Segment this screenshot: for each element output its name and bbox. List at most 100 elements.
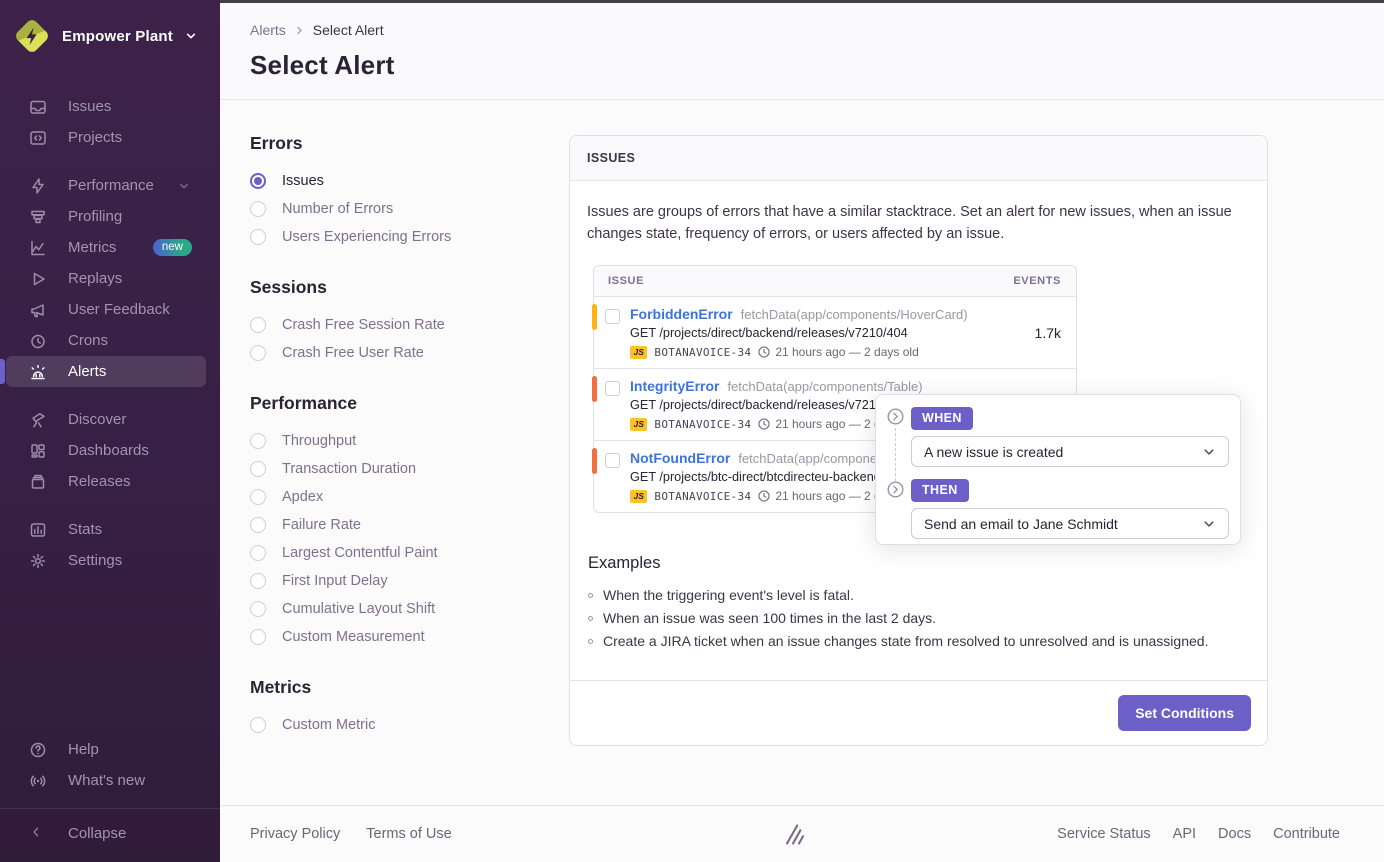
issue-title-link[interactable]: ForbiddenError: [630, 306, 733, 322]
sidebar-item-help[interactable]: Help: [6, 734, 220, 765]
sidebar-item-stats[interactable]: Stats: [6, 514, 212, 545]
radio-button[interactable]: [250, 173, 266, 189]
set-conditions-button[interactable]: Set Conditions: [1118, 695, 1251, 731]
alert-type-section: ErrorsIssuesNumber of ErrorsUsers Experi…: [250, 133, 550, 251]
bullet-icon: [588, 593, 593, 598]
sidebar-item-projects[interactable]: Projects: [6, 122, 212, 153]
footer-link-api[interactable]: API: [1173, 826, 1196, 842]
footer-link-service-status[interactable]: Service Status: [1057, 826, 1151, 842]
sidebar-item-label: What's new: [68, 772, 145, 789]
sidebar-item-crons[interactable]: Crons: [6, 325, 212, 356]
sidebar-item-label: Releases: [68, 473, 131, 490]
footer-link-terms-of-use[interactable]: Terms of Use: [366, 826, 451, 842]
sidebar-item-metrics[interactable]: Metricsnew: [6, 232, 212, 263]
radio-button[interactable]: [250, 601, 266, 617]
sidebar-item-label: Help: [68, 741, 99, 758]
clock-icon: [758, 346, 770, 358]
sidebar-item-discover[interactable]: Discover: [6, 404, 212, 435]
radio-button[interactable]: [250, 345, 266, 361]
org-switcher[interactable]: Empower Plant: [0, 0, 220, 64]
breadcrumb: Alerts Select Alert: [250, 22, 1384, 38]
step-connector: [895, 428, 896, 481]
sidebar-group: StatsSettings: [0, 514, 212, 576]
radio-option-throughput[interactable]: Throughput: [250, 427, 550, 455]
example-item: When the triggering event's level is fat…: [588, 584, 1250, 607]
issue-culprit: fetchData(app/components/HoverCard): [741, 307, 968, 322]
radio-button[interactable]: [250, 317, 266, 333]
sidebar-item-dashboards[interactable]: Dashboards: [6, 435, 212, 466]
radio-option-failure-rate[interactable]: Failure Rate: [250, 511, 550, 539]
radio-option-apdex[interactable]: Apdex: [250, 483, 550, 511]
radio-option-crash-free-session-rate[interactable]: Crash Free Session Rate: [250, 311, 550, 339]
radio-button[interactable]: [250, 517, 266, 533]
sentry-app: Empower Plant IssuesProjectsPerformanceP…: [0, 0, 1384, 862]
radio-button[interactable]: [250, 489, 266, 505]
issue-detail: GET /projects/direct/backend/releases/v7…: [630, 326, 968, 340]
radio-option-first-input-delay[interactable]: First Input Delay: [250, 567, 550, 595]
sidebar-item-user-feedback[interactable]: User Feedback: [6, 294, 212, 325]
breadcrumb-alerts-link[interactable]: Alerts: [250, 22, 286, 38]
sidebar-item-label: Projects: [68, 129, 122, 146]
sidebar-item-performance[interactable]: Performance: [6, 170, 212, 201]
radio-label: Largest Contentful Paint: [282, 545, 438, 561]
radio-option-crash-free-user-rate[interactable]: Crash Free User Rate: [250, 339, 550, 367]
radio-label: Crash Free Session Rate: [282, 317, 445, 333]
bullet-icon: [588, 616, 593, 621]
radio-option-number-of-errors[interactable]: Number of Errors: [250, 195, 550, 223]
issue-title-link[interactable]: IntegrityError: [630, 378, 719, 394]
radio-option-custom-measurement[interactable]: Custom Measurement: [250, 623, 550, 651]
radio-button[interactable]: [250, 717, 266, 733]
sidebar-item-profiling[interactable]: Profiling: [6, 201, 212, 232]
footer-link-contribute[interactable]: Contribute: [1273, 826, 1340, 842]
radio-option-cumulative-layout-shift[interactable]: Cumulative Layout Shift: [250, 595, 550, 623]
footer-link-privacy-policy[interactable]: Privacy Policy: [250, 826, 340, 842]
bullet-icon: [588, 639, 593, 644]
sidebar-group: PerformanceProfilingMetricsnewReplaysUse…: [0, 170, 212, 387]
radio-button[interactable]: [250, 573, 266, 589]
issue-age: 21 hours ago — 2 days old: [758, 345, 918, 359]
radio-option-transaction-duration[interactable]: Transaction Duration: [250, 455, 550, 483]
radio-button[interactable]: [250, 545, 266, 561]
issue-info: ForbiddenError fetchData(app/components/H…: [630, 306, 968, 359]
sidebar-item-issues[interactable]: Issues: [6, 91, 212, 122]
circle-chevron-right-icon: [887, 408, 904, 425]
issue-checkbox[interactable]: [605, 381, 620, 396]
sidebar-item-what-s-new[interactable]: What's new: [6, 765, 220, 796]
when-then-popup: WHEN A new issue is created THEN Send an…: [875, 394, 1241, 545]
dashboards-icon: [29, 442, 47, 460]
radio-button[interactable]: [250, 629, 266, 645]
issue-checkbox[interactable]: [605, 309, 620, 324]
radio-option-custom-metric[interactable]: Custom Metric: [250, 711, 550, 739]
sidebar-bottom: Help What's new Collapse: [0, 734, 220, 862]
collapse-label: Collapse: [68, 825, 126, 842]
sidebar-group: DiscoverDashboards Releases: [0, 404, 212, 497]
page-header: Alerts Select Alert Select Alert: [220, 3, 1384, 100]
collapse-button[interactable]: Collapse: [6, 818, 220, 849]
issue-title-link[interactable]: NotFoundError: [630, 450, 730, 466]
sidebar-item-replays[interactable]: Replays: [6, 263, 212, 294]
radio-label: Crash Free User Rate: [282, 345, 424, 361]
radio-button[interactable]: [250, 229, 266, 245]
then-select[interactable]: Send an email to Jane Schmidt: [911, 508, 1229, 539]
issue-level-bar: [592, 376, 597, 402]
when-badge: WHEN: [911, 407, 973, 430]
radio-option-users-experiencing-errors[interactable]: Users Experiencing Errors: [250, 223, 550, 251]
sidebar-item-settings[interactable]: Settings: [6, 545, 212, 576]
stats-icon: [29, 521, 47, 539]
profiling-icon: [29, 208, 47, 226]
page-footer: Privacy Policy Terms of Use Service Statu…: [220, 805, 1384, 862]
sidebar-item-alerts[interactable]: Alerts: [6, 356, 206, 387]
example-item: When an issue was seen 100 times in the …: [588, 607, 1250, 630]
radio-button[interactable]: [250, 461, 266, 477]
radio-option-issues[interactable]: Issues: [250, 167, 550, 195]
sidebar-item-label: Metrics: [68, 239, 116, 256]
replays-icon: [29, 270, 47, 288]
issue-checkbox[interactable]: [605, 453, 620, 468]
when-select[interactable]: A new issue is created: [911, 436, 1229, 467]
radio-button[interactable]: [250, 201, 266, 217]
issue-short-id: BOTANAVOICE-34: [654, 418, 751, 431]
radio-button[interactable]: [250, 433, 266, 449]
footer-link-docs[interactable]: Docs: [1218, 826, 1251, 842]
radio-option-largest-contentful-paint[interactable]: Largest Contentful Paint: [250, 539, 550, 567]
sidebar-item-releases[interactable]: Releases: [6, 466, 212, 497]
